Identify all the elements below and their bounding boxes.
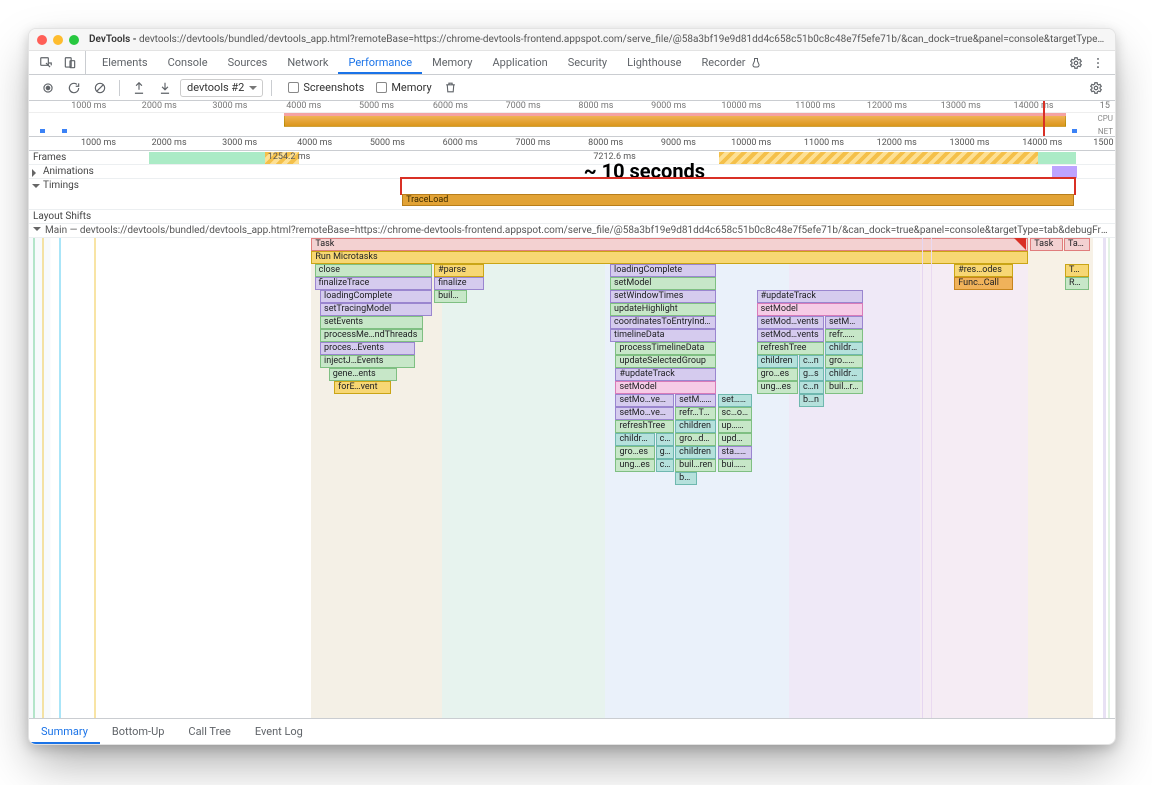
- titlebar: DevTools - devtools://devtools/bundled/d…: [29, 29, 1115, 51]
- tab-network[interactable]: Network: [277, 51, 338, 74]
- cpu-label: CPU: [1098, 114, 1113, 123]
- tab-recorder[interactable]: Recorder: [691, 51, 771, 74]
- overview-net: [29, 127, 1115, 135]
- tab-console[interactable]: Console: [158, 51, 218, 74]
- profile-select[interactable]: devtools #2: [180, 79, 263, 97]
- clear-icon[interactable]: [89, 77, 111, 99]
- tab-elements[interactable]: Elements: [92, 51, 158, 74]
- tab-application[interactable]: Application: [482, 51, 557, 74]
- kebab-menu-icon[interactable]: [1087, 52, 1109, 74]
- devtools-window: DevTools - devtools://devtools/bundled/d…: [28, 28, 1116, 745]
- tab-sources[interactable]: Sources: [218, 51, 278, 74]
- frames-track[interactable]: Frames 1254.2 ms 7212.6 ms: [29, 151, 1115, 165]
- tab-lighthouse[interactable]: Lighthouse: [617, 51, 691, 74]
- reload-icon[interactable]: [63, 77, 85, 99]
- task-bar[interactable]: Task: [1030, 238, 1063, 251]
- minimize-window-button[interactable]: [53, 35, 63, 45]
- download-icon[interactable]: [154, 77, 176, 99]
- flame-chart[interactable]: Task Task Task Run Microtasks close #par…: [29, 238, 1115, 718]
- tab-memory[interactable]: Memory: [422, 51, 482, 74]
- tracks: Frames 1254.2 ms 7212.6 ms Animations Ti…: [29, 151, 1115, 224]
- timings-track[interactable]: Timings ~ 10 seconds TraceLoad: [29, 179, 1115, 210]
- performance-toolbar: devtools #2 Screenshots Memory: [29, 75, 1115, 101]
- record-icon[interactable]: [37, 77, 59, 99]
- tab-call-tree[interactable]: Call Tree: [176, 719, 242, 744]
- task-bar[interactable]: Task: [311, 238, 1028, 251]
- close-window-button[interactable]: [37, 35, 47, 45]
- overview-ruler: 1000 ms 2000 ms 3000 ms 4000 ms 5000 ms …: [29, 101, 1115, 113]
- traceload-bar[interactable]: TraceLoad: [402, 194, 1074, 206]
- tab-summary[interactable]: Summary: [29, 719, 100, 744]
- settings-gear-icon[interactable]: [1065, 52, 1087, 74]
- screenshots-checkbox[interactable]: Screenshots: [288, 81, 364, 94]
- overview-lane[interactable]: 1000 ms 2000 ms 3000 ms 4000 ms 5000 ms …: [29, 101, 1115, 137]
- window-title: DevTools - devtools://devtools/bundled/d…: [89, 34, 1107, 45]
- upload-icon[interactable]: [128, 77, 150, 99]
- overview-cpu: [29, 113, 1115, 127]
- timeline-ruler[interactable]: 1000 ms 2000 ms 3000 ms 4000 ms 5000 ms …: [29, 137, 1115, 151]
- capture-settings-gear-icon[interactable]: [1085, 77, 1107, 99]
- trash-icon[interactable]: [440, 77, 462, 99]
- net-label: NET: [1098, 127, 1113, 136]
- task-bar[interactable]: Task: [1064, 238, 1090, 251]
- tab-performance[interactable]: Performance: [338, 51, 422, 74]
- main-thread-header[interactable]: Main — devtools://devtools/bundled/devto…: [29, 224, 1115, 238]
- inspect-element-icon[interactable]: [35, 52, 57, 74]
- tab-security[interactable]: Security: [558, 51, 617, 74]
- memory-checkbox[interactable]: Memory: [376, 81, 431, 94]
- run-microtasks-bar[interactable]: Run Microtasks: [311, 251, 1028, 264]
- zoom-window-button[interactable]: [69, 35, 79, 45]
- toggle-device-icon[interactable]: [59, 52, 81, 74]
- frames-label: Frames: [29, 151, 149, 164]
- panel-tabs: Elements Console Sources Network Perform…: [29, 51, 1115, 75]
- layoutshifts-track[interactable]: Layout Shifts: [29, 210, 1115, 224]
- tab-event-log[interactable]: Event Log: [243, 719, 315, 744]
- details-tabs: Summary Bottom-Up Call Tree Event Log: [29, 718, 1115, 744]
- tab-bottom-up[interactable]: Bottom-Up: [100, 719, 177, 744]
